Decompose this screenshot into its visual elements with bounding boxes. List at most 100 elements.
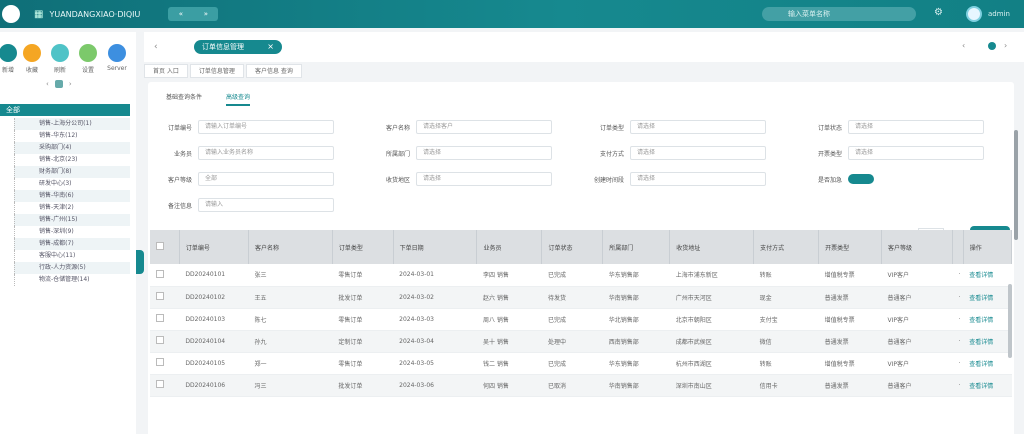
row-checkbox[interactable]: [150, 308, 180, 331]
chevron-left-icon[interactable]: ‹: [154, 42, 158, 52]
table-cell: ·: [952, 374, 964, 397]
tree-item[interactable]: 客服中心(11): [14, 250, 130, 262]
table-cell: 何四 销售: [476, 374, 542, 397]
gear-icon[interactable]: ⚙: [934, 7, 943, 18]
table-cell: 处理中: [541, 330, 603, 353]
tree-item[interactable]: 销售-成都(7): [14, 238, 130, 250]
col-header[interactable]: 下单日期: [393, 230, 478, 264]
avatar[interactable]: [966, 6, 982, 22]
quick-action-favorite[interactable]: 收藏: [22, 44, 42, 74]
user-name[interactable]: admin: [988, 10, 1010, 18]
col-header: 操作: [963, 230, 1013, 264]
tree-root[interactable]: 全部: [0, 104, 130, 116]
tab-basic-query[interactable]: 基础查询条件: [166, 92, 202, 106]
table-cell: 华北销售部: [602, 308, 670, 331]
table-cell: 增值税专票: [818, 264, 882, 287]
pager-next-button[interactable]: ›: [69, 80, 72, 88]
table-cell: 吴十 销售: [476, 330, 542, 353]
sub-tabs: 首页 入口 订单信息管理 客户信息 查询: [144, 64, 1024, 78]
col-header[interactable]: 业务员: [476, 230, 543, 264]
menu-search-input[interactable]: 输入菜单名称: [762, 7, 916, 21]
subtab-customers[interactable]: 客户信息 查询: [245, 64, 302, 78]
tab-advanced-query[interactable]: 高级查询: [226, 92, 251, 106]
star-icon: [23, 44, 41, 62]
tree-item[interactable]: 销售-深圳(9): [14, 226, 130, 238]
view-detail-link[interactable]: 查看详情: [963, 264, 1012, 287]
close-icon[interactable]: ×: [267, 40, 274, 54]
table-cell: VIP客户: [881, 352, 953, 375]
tree-item[interactable]: 销售-北京(23): [14, 154, 130, 166]
table-cell: 2024-03-06: [393, 374, 477, 397]
col-header[interactable]: 收货地址: [669, 230, 755, 264]
subtab-home[interactable]: 首页 入口: [144, 64, 188, 78]
row-checkbox[interactable]: [150, 286, 180, 309]
table-row[interactable]: DD20240102 王五 批发订单 2024-03-02 赵六 销售 待发货 华南销售部广…: [150, 286, 1012, 309]
nav-forward-button[interactable]: »: [204, 10, 208, 18]
tree-item[interactable]: 采购部门(4): [14, 142, 130, 154]
quick-action-refresh[interactable]: 刷新: [50, 44, 70, 74]
col-header[interactable]: 客户等级: [881, 230, 954, 264]
chevron-right-icon[interactable]: ›: [1004, 41, 1007, 50]
table-cell: 2024-03-05: [393, 352, 477, 375]
table-scrollbar[interactable]: [1008, 284, 1012, 358]
quick-action-add[interactable]: 新增: [0, 44, 18, 74]
tree-item[interactable]: 行政-人力资源(5): [14, 262, 130, 274]
chevron-left-icon[interactable]: ‹: [962, 41, 965, 50]
tree-item[interactable]: 销售-广州(15): [14, 214, 130, 226]
row-checkbox[interactable]: [150, 264, 180, 287]
main-content: ‹ 订单信息管理 × ‹ › 首页 入口 订单信息管理 客户信息 查询 基础查询…: [144, 32, 1024, 434]
grid-icon[interactable]: ▦: [34, 9, 43, 20]
top-bar: ▦ YUANDANGXIAO·DIQIU « » 输入菜单名称 ⚙ admin: [0, 0, 1024, 28]
col-header[interactable]: 订单状态: [541, 230, 604, 264]
tree-item[interactable]: 销售-华东(12): [14, 130, 130, 142]
row-checkbox[interactable]: [150, 374, 180, 397]
server-icon: [108, 44, 126, 62]
view-detail-link[interactable]: 查看详情: [963, 352, 1012, 375]
subtab-orders[interactable]: 订单信息管理: [189, 64, 244, 78]
tab-menu-icon[interactable]: [988, 42, 996, 50]
table-row[interactable]: DD20240101 张三 零售订单 2024-03-01 李四 销售 已完成 华东销售部上…: [150, 264, 1012, 287]
page-scrollbar[interactable]: [1014, 130, 1018, 240]
view-detail-link[interactable]: 查看详情: [963, 308, 1012, 331]
table-cell: 孙九: [248, 330, 333, 353]
tree-item[interactable]: 销售-华南(6): [14, 190, 130, 202]
col-header[interactable]: 开票类型: [818, 230, 882, 264]
table-row[interactable]: DD20240106 冯三 批发订单 2024-03-06 何四 销售 已取消 华南销售部深…: [150, 374, 1012, 397]
table-row[interactable]: DD20240103 陈七 零售订单 2024-03-03 周八 销售 已完成 华北销售部北…: [150, 308, 1012, 331]
table-row[interactable]: DD20240104 孙九 定制订单 2024-03-04 吴十 销售 处理中 西南销售部成…: [150, 330, 1012, 353]
view-detail-link[interactable]: 查看详情: [963, 330, 1012, 353]
row-checkbox[interactable]: [150, 330, 180, 353]
select-all-checkbox[interactable]: [150, 230, 180, 264]
table-cell: 西南销售部: [602, 330, 670, 353]
urgent-toggle[interactable]: [848, 174, 874, 184]
results-table: 订单编号 客户名称 订单类型 下单日期 业务员 订单状态 所属部门 收货地址 支…: [150, 230, 1013, 397]
row-checkbox[interactable]: [150, 352, 180, 375]
left-panel: 新增 收藏 刷新 设置 Server ‹ › 全部 销售-上海分公司(1) 销售…: [0, 32, 136, 434]
table-row[interactable]: DD20240105 郑一 零售订单 2024-03-05 钱二 销售 已完成 华东销售部杭…: [150, 352, 1012, 375]
tree-item[interactable]: 财务部门(8): [14, 166, 130, 178]
pager-current[interactable]: [54, 80, 63, 88]
tab-order-management[interactable]: 订单信息管理 ×: [194, 40, 282, 54]
quick-action-settings[interactable]: 设置: [78, 44, 98, 74]
pager-prev-button[interactable]: ‹: [46, 80, 49, 88]
field-order-no: 订单编号 请输入订单编号: [152, 120, 334, 134]
col-header[interactable]: 支付方式: [753, 230, 820, 264]
col-header[interactable]: 订单编号: [179, 230, 250, 264]
view-detail-link[interactable]: 查看详情: [963, 374, 1012, 397]
app-logo[interactable]: [2, 5, 20, 23]
table-cell: 已完成: [541, 264, 603, 287]
quick-action-server[interactable]: Server: [107, 44, 127, 72]
tree-item[interactable]: 研发中心(3): [14, 178, 130, 190]
view-detail-link[interactable]: 查看详情: [963, 286, 1012, 309]
sidebar-collapse-handle[interactable]: [136, 250, 144, 274]
tree-item[interactable]: 销售-上海分公司(1): [14, 118, 130, 130]
nav-back-button[interactable]: «: [179, 10, 183, 18]
col-header[interactable]: 所属部门: [602, 230, 671, 264]
table-cell: ·: [952, 352, 964, 375]
table-cell: ·: [952, 308, 964, 331]
tree-item[interactable]: 物流-仓储管理(14): [14, 274, 130, 286]
col-header[interactable]: 客户名称: [248, 230, 333, 264]
table-cell: 普通客户: [881, 374, 953, 397]
tree-item[interactable]: 销售-天津(2): [14, 202, 130, 214]
col-header[interactable]: 订单类型: [332, 230, 394, 264]
